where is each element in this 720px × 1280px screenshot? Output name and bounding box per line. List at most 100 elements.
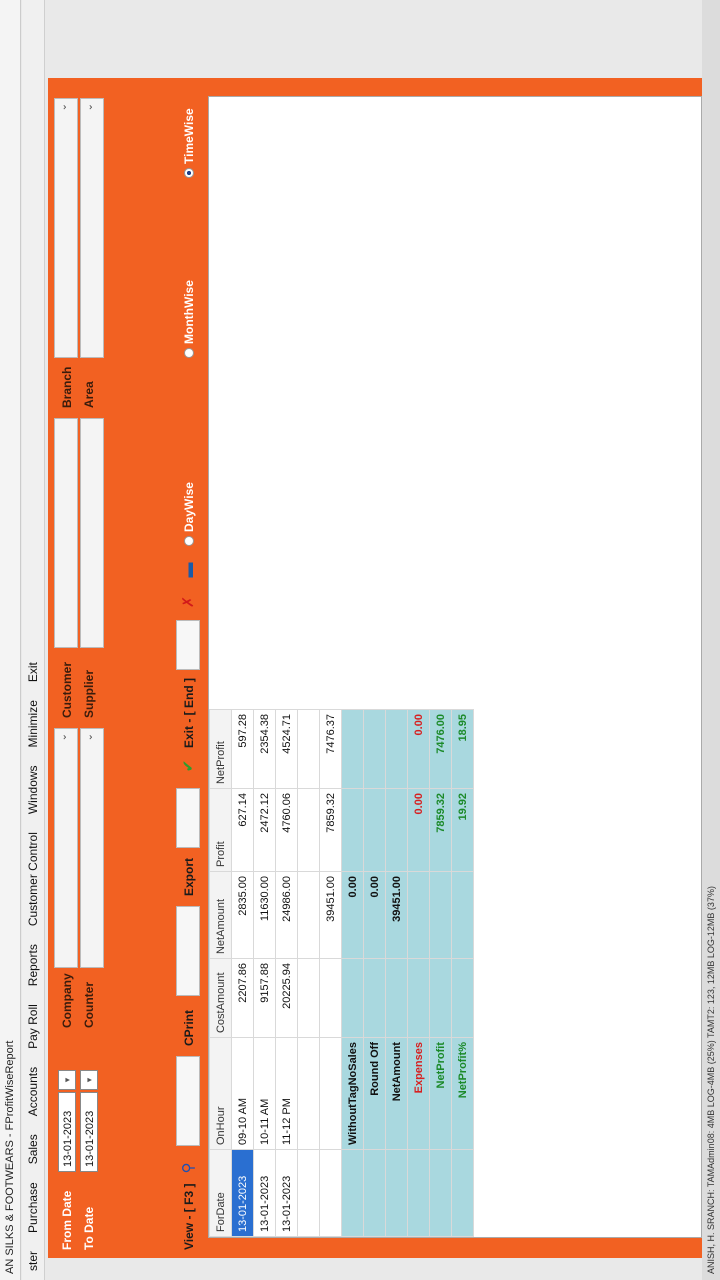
menu-master[interactable]: ster bbox=[26, 1242, 40, 1280]
header-netprofit[interactable]: NetProfit bbox=[209, 709, 232, 789]
menu-minimize[interactable]: Minimize bbox=[26, 691, 40, 756]
cell-onhour[interactable]: 11-12 PM bbox=[275, 1037, 298, 1150]
monthwise-radio[interactable]: MonthWise bbox=[182, 280, 196, 358]
to-date-label: To Date bbox=[82, 1206, 96, 1250]
summary-value: 0.00 bbox=[363, 871, 386, 959]
from-date-label: From Date bbox=[60, 1190, 74, 1250]
cell-netprofit[interactable]: 4524.71 bbox=[275, 709, 298, 789]
branch-label: Branch bbox=[60, 366, 74, 408]
cell-netamount[interactable]: 11630.00 bbox=[253, 871, 276, 959]
table-header-row: ForDate OnHour CostAmount NetAmount Prof… bbox=[209, 709, 232, 1237]
export-input[interactable] bbox=[176, 788, 200, 848]
summary-value-2: 0.00 bbox=[407, 709, 430, 789]
cell-profit[interactable]: 4760.06 bbox=[275, 788, 298, 872]
table-row[interactable]: 13-01-2023 10-11 AM 9157.88 11630.00 247… bbox=[253, 709, 276, 1237]
summary-row: WithoutTagNoSales 0.00 bbox=[341, 709, 364, 1237]
monthwise-label: MonthWise bbox=[182, 280, 196, 344]
exit-input[interactable] bbox=[176, 620, 200, 670]
header-fordate[interactable]: ForDate bbox=[209, 1149, 232, 1237]
header-profit[interactable]: Profit bbox=[209, 788, 232, 872]
company-combo[interactable]: ⌄ bbox=[54, 728, 78, 968]
from-date-picker-icon[interactable]: ▾ bbox=[58, 1070, 76, 1090]
daywise-radio[interactable]: DayWise bbox=[182, 482, 196, 546]
summary-value: 0.00 bbox=[407, 788, 430, 872]
menu-sales[interactable]: Sales bbox=[26, 1125, 40, 1173]
total-profit: 7859.32 bbox=[319, 788, 342, 872]
export-button[interactable]: Export bbox=[182, 858, 196, 896]
toolbar: View - [ F3 ] ⚲ CPrint Export ✔ Exit - [… bbox=[172, 78, 202, 1258]
totals-row: 39451.00 7859.32 7476.37 bbox=[319, 709, 342, 1237]
timewise-radio[interactable]: TimeWise bbox=[182, 108, 196, 178]
summary-label: NetProfit bbox=[429, 1037, 452, 1150]
report-grid[interactable]: ForDate OnHour CostAmount NetAmount Prof… bbox=[208, 96, 702, 1238]
empty-row bbox=[297, 709, 320, 1237]
cell-fordate[interactable]: 13-01-2023 bbox=[231, 1149, 254, 1237]
counter-label: Counter bbox=[82, 982, 96, 1028]
chevron-down-icon: ⌄ bbox=[58, 103, 69, 112]
status-bar: ANISH, H. SRANCH: TAMAdmin08: 4MB LOG-4M… bbox=[702, 0, 720, 1280]
cell-profit[interactable]: 2472.12 bbox=[253, 788, 276, 872]
radio-icon bbox=[184, 348, 194, 358]
cell-netprofit[interactable]: 597.28 bbox=[231, 709, 254, 789]
report-table: ForDate OnHour CostAmount NetAmount Prof… bbox=[209, 709, 474, 1237]
cell-netamount[interactable]: 24986.00 bbox=[275, 871, 298, 959]
to-date-input[interactable]: 13-01-2023 bbox=[80, 1092, 98, 1172]
cell-costamount[interactable]: 2207.86 bbox=[231, 958, 254, 1038]
cell-netprofit[interactable]: 2354.38 bbox=[253, 709, 276, 789]
menu-purchase[interactable]: Purchase bbox=[26, 1173, 40, 1242]
total-netamount: 39451.00 bbox=[319, 871, 342, 959]
supplier-combo[interactable] bbox=[80, 418, 104, 648]
summary-value: 7859.32 bbox=[429, 788, 452, 872]
view-input[interactable] bbox=[176, 1056, 200, 1146]
excel-export-icon[interactable]: ✔ bbox=[179, 756, 199, 776]
header-costamount[interactable]: CostAmount bbox=[209, 958, 232, 1038]
area-combo[interactable]: ⌄ bbox=[80, 98, 104, 358]
summary-value: 0.00 bbox=[341, 871, 364, 959]
cell-fordate[interactable]: 13-01-2023 bbox=[253, 1149, 276, 1237]
summary-label: Round Off bbox=[363, 1037, 386, 1150]
timewise-label: TimeWise bbox=[182, 108, 196, 164]
menu-exit[interactable]: Exit bbox=[26, 653, 40, 691]
cell-profit[interactable]: 627.14 bbox=[231, 788, 254, 872]
radio-selected-icon bbox=[184, 168, 194, 178]
view-button[interactable]: View - [ F3 ] bbox=[182, 1184, 196, 1250]
search-icon[interactable]: ⚲ bbox=[179, 1158, 199, 1178]
menu-accounts[interactable]: Accounts bbox=[26, 1058, 40, 1125]
table-row[interactable]: 13-01-2023 11-12 PM 20225.94 24986.00 47… bbox=[275, 709, 298, 1237]
cell-netamount[interactable]: 2835.00 bbox=[231, 871, 254, 959]
header-onhour[interactable]: OnHour bbox=[209, 1037, 232, 1150]
from-date-input[interactable]: 13-01-2023 bbox=[58, 1092, 76, 1172]
cprint-button[interactable]: CPrint bbox=[182, 1010, 196, 1046]
print-icon[interactable]: ▬ bbox=[179, 560, 199, 580]
profit-wise-report-window: AN SILKS & FOOTWEARS - FProfitWiseReport… bbox=[0, 0, 720, 1280]
branch-combo[interactable]: ⌄ bbox=[54, 98, 78, 358]
menu-reports[interactable]: Reports bbox=[26, 935, 40, 995]
filter-panel: From Date To Date 13-01-2023 ▾ 13-01-202… bbox=[48, 78, 166, 1258]
supplier-label: Supplier bbox=[82, 669, 96, 718]
daywise-label: DayWise bbox=[182, 482, 196, 532]
cell-costamount[interactable]: 9157.88 bbox=[253, 958, 276, 1038]
window-title: AN SILKS & FOOTWEARS - FProfitWiseReport bbox=[0, 0, 21, 1280]
customer-label: Customer bbox=[60, 661, 74, 718]
total-netprofit: 7476.37 bbox=[319, 709, 342, 789]
customer-combo[interactable] bbox=[54, 418, 78, 648]
summary-value-2: 7476.00 bbox=[429, 709, 452, 789]
cell-onhour[interactable]: 10-11 AM bbox=[253, 1037, 276, 1150]
area-label: Area bbox=[82, 381, 96, 408]
summary-value-2: 18.95 bbox=[451, 709, 474, 789]
cell-costamount[interactable]: 20225.94 bbox=[275, 958, 298, 1038]
menu-windows[interactable]: Windows bbox=[26, 756, 40, 823]
table-row[interactable]: 13-01-2023 09-10 AM 2207.86 2835.00 627.… bbox=[231, 709, 254, 1237]
header-netamount[interactable]: NetAmount bbox=[209, 871, 232, 959]
menu-customer-control[interactable]: Customer Control bbox=[26, 823, 40, 935]
cprint-input[interactable] bbox=[176, 906, 200, 996]
exit-run-icon[interactable]: ✗ bbox=[179, 592, 199, 612]
menu-payroll[interactable]: Pay Roll bbox=[26, 995, 40, 1058]
counter-combo[interactable]: ⌄ bbox=[80, 728, 104, 968]
cell-onhour[interactable]: 09-10 AM bbox=[231, 1037, 254, 1150]
exit-button[interactable]: Exit - [ End ] bbox=[182, 678, 196, 748]
summary-label: NetAmount bbox=[385, 1037, 408, 1150]
summary-label: WithoutTagNoSales bbox=[341, 1037, 364, 1150]
cell-fordate[interactable]: 13-01-2023 bbox=[275, 1149, 298, 1237]
to-date-picker-icon[interactable]: ▾ bbox=[80, 1070, 98, 1090]
